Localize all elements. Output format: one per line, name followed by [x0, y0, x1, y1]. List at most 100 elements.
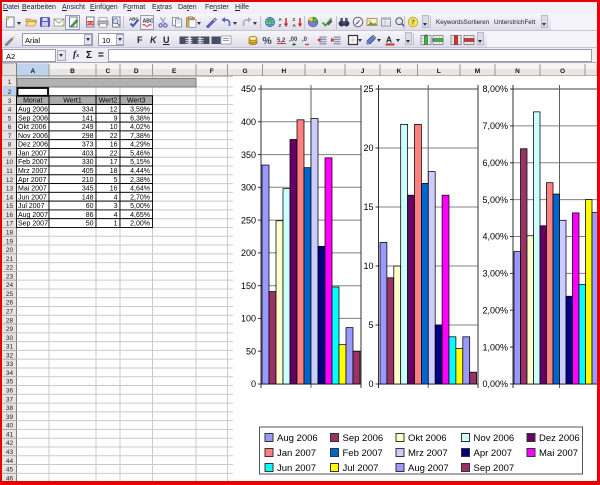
svg-text:5: 5 — [368, 320, 373, 330]
svg-text:2,70%: 2,70% — [130, 194, 150, 201]
svg-text:2,00%: 2,00% — [482, 305, 508, 315]
svg-text:Nov 2006: Nov 2006 — [474, 433, 515, 444]
svg-text:6,00%: 6,00% — [482, 158, 508, 168]
svg-text:150: 150 — [241, 281, 256, 291]
svg-text:4,65%: 4,65% — [130, 212, 150, 219]
svg-text:15: 15 — [6, 203, 14, 210]
svg-text:10: 10 — [6, 159, 14, 166]
svg-text:5,00%: 5,00% — [130, 203, 150, 210]
svg-text:A: A — [386, 35, 392, 45]
svg-text:Mai 2007: Mai 2007 — [18, 186, 47, 193]
svg-text:22: 22 — [110, 133, 118, 140]
svg-text:400: 400 — [241, 117, 256, 127]
svg-text:100: 100 — [241, 314, 256, 324]
svg-text:0,00%: 0,00% — [482, 379, 508, 389]
svg-text:35: 35 — [6, 379, 14, 386]
svg-text:4,44%: 4,44% — [130, 168, 150, 175]
svg-text:13: 13 — [6, 186, 14, 193]
svg-text:A: A — [279, 17, 283, 22]
svg-text:1,00%: 1,00% — [482, 342, 508, 352]
svg-text:86: 86 — [86, 212, 94, 219]
svg-text:D: D — [134, 68, 139, 75]
svg-text:Feb 2007: Feb 2007 — [343, 448, 383, 459]
svg-text:6: 6 — [8, 124, 12, 131]
svg-text:I: I — [324, 68, 326, 75]
svg-text:12: 12 — [110, 107, 118, 114]
svg-text:5,15%: 5,15% — [130, 159, 150, 166]
svg-text:20: 20 — [363, 143, 373, 153]
svg-text:7,00%: 7,00% — [482, 121, 508, 131]
svg-text:,0: ,0 — [302, 37, 308, 43]
svg-text:Apr 2007: Apr 2007 — [474, 448, 513, 459]
svg-text:C: C — [106, 68, 111, 75]
svg-text:300: 300 — [241, 183, 256, 193]
svg-text:18: 18 — [110, 168, 118, 175]
svg-text:25: 25 — [363, 84, 373, 94]
svg-text:Sep 2007: Sep 2007 — [474, 463, 515, 474]
svg-text:16: 16 — [110, 142, 118, 149]
svg-text:24: 24 — [6, 282, 14, 289]
svg-text:37: 37 — [6, 396, 14, 403]
svg-text:3,00%: 3,00% — [482, 269, 508, 279]
svg-text:A: A — [30, 68, 35, 75]
svg-text:4: 4 — [114, 194, 118, 201]
svg-text:Okt 2006: Okt 2006 — [18, 124, 47, 131]
svg-text:,00: ,00 — [289, 37, 298, 43]
svg-text:30: 30 — [6, 335, 14, 342]
svg-text:403: 403 — [82, 150, 94, 157]
svg-text:42: 42 — [6, 440, 14, 447]
svg-text:148: 148 — [82, 194, 94, 201]
svg-text:Jul 2007: Jul 2007 — [18, 203, 45, 210]
svg-text:33: 33 — [6, 361, 14, 368]
svg-text:38: 38 — [6, 405, 14, 412]
svg-text:B: B — [70, 68, 75, 75]
svg-text:6,38%: 6,38% — [130, 115, 150, 122]
svg-text:17: 17 — [110, 159, 118, 166]
svg-text:Okt 2006: Okt 2006 — [408, 433, 447, 444]
svg-text:2,00%: 2,00% — [130, 221, 150, 228]
svg-text:8,00%: 8,00% — [482, 84, 508, 94]
svg-text:9: 9 — [8, 150, 12, 157]
svg-text:J: J — [361, 68, 365, 75]
svg-text:Aug 2006: Aug 2006 — [18, 107, 48, 114]
svg-text:19: 19 — [6, 238, 14, 245]
svg-text:Mai 2007: Mai 2007 — [539, 448, 578, 459]
svg-text:25: 25 — [6, 291, 14, 298]
svg-text:Mrz 2007: Mrz 2007 — [18, 168, 47, 175]
svg-text:Jul 2007: Jul 2007 — [343, 463, 379, 474]
svg-text:249: 249 — [82, 124, 94, 131]
svg-text:4,02%: 4,02% — [130, 124, 150, 131]
svg-text:18: 18 — [6, 229, 14, 236]
svg-text:Nov 2006: Nov 2006 — [18, 133, 48, 140]
svg-text:1: 1 — [114, 221, 118, 228]
svg-text:141: 141 — [82, 115, 94, 122]
svg-text:Jun 2007: Jun 2007 — [277, 463, 316, 474]
svg-text:34: 34 — [6, 370, 14, 377]
svg-text:?: ? — [411, 18, 415, 27]
svg-text:0: 0 — [251, 379, 256, 389]
svg-text:7,38%: 7,38% — [130, 133, 150, 140]
svg-text:Dez 2006: Dez 2006 — [18, 142, 48, 149]
svg-text:45: 45 — [6, 467, 14, 474]
svg-text:Feb 2007: Feb 2007 — [18, 159, 48, 166]
svg-text:%: % — [262, 35, 272, 46]
svg-text:Sep 2007: Sep 2007 — [18, 221, 48, 228]
svg-text:K: K — [396, 68, 401, 75]
svg-text:22: 22 — [110, 150, 118, 157]
svg-text:50: 50 — [86, 221, 94, 228]
svg-text:16: 16 — [110, 186, 118, 193]
svg-text:12: 12 — [6, 177, 14, 184]
svg-text:41: 41 — [6, 431, 14, 438]
svg-text:23: 23 — [6, 273, 14, 280]
svg-text:334: 334 — [82, 107, 94, 114]
svg-text:373: 373 — [82, 142, 94, 149]
svg-text:Aug 2007: Aug 2007 — [408, 463, 449, 474]
svg-text:G: G — [242, 68, 247, 75]
svg-text:7: 7 — [8, 133, 12, 140]
svg-text:200: 200 — [241, 248, 256, 258]
svg-text:Wert3: Wert3 — [127, 98, 146, 105]
svg-text:Jan 2007: Jan 2007 — [18, 150, 47, 157]
svg-text:10: 10 — [363, 261, 373, 271]
svg-text:31: 31 — [6, 344, 14, 351]
svg-text:29: 29 — [6, 326, 14, 333]
